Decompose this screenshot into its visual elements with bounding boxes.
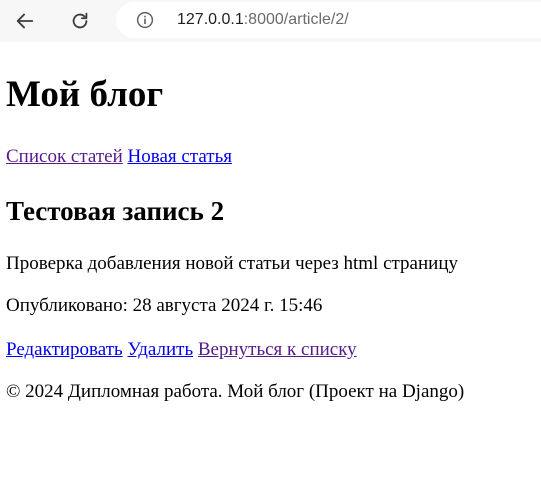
footer: © 2024 Дипломная работа. Мой блог (Проек… xyxy=(6,381,465,402)
blog-title: Мой блог xyxy=(6,74,164,115)
top-navigation: Список статей Новая статья xyxy=(6,146,232,168)
back-to-list-link[interactable]: Вернуться к списку xyxy=(198,339,357,360)
back-button[interactable] xyxy=(10,6,40,36)
browser-toolbar: 127.0.0.1:8000/article/2/ xyxy=(0,0,541,42)
url-text[interactable]: 127.0.0.1:8000/article/2/ xyxy=(177,10,349,30)
url-path: :8000/article/2/ xyxy=(243,11,349,28)
article-actions: Редактировать Удалить Вернуться к списку xyxy=(6,339,357,361)
published-date: Опубликовано: 28 августа 2024 г. 15:46 xyxy=(6,295,323,316)
reload-icon xyxy=(72,12,88,29)
address-bar[interactable]: 127.0.0.1:8000/article/2/ xyxy=(116,2,541,38)
article-body: Проверка добавления новой статьи через h… xyxy=(6,253,458,274)
articles-list-link[interactable]: Список статей xyxy=(6,146,123,167)
url-host: 127.0.0.1 xyxy=(177,11,244,28)
new-article-link[interactable]: Новая статья xyxy=(128,146,232,167)
edit-link[interactable]: Редактировать xyxy=(6,339,123,360)
article-title: Тестовая запись 2 xyxy=(6,196,225,226)
info-icon[interactable] xyxy=(136,11,154,29)
arrow-left-icon xyxy=(16,13,34,29)
delete-link[interactable]: Удалить xyxy=(127,339,193,360)
reload-button[interactable] xyxy=(65,6,95,36)
